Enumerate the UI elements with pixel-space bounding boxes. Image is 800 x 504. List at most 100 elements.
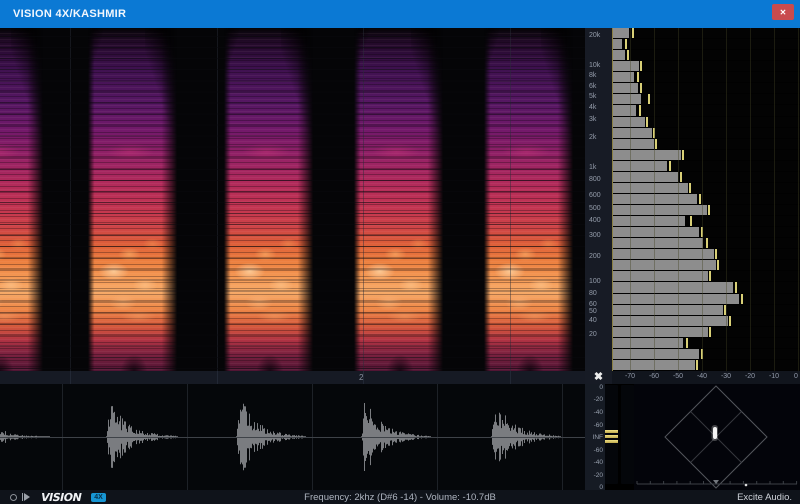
spectrogram-display[interactable] — [0, 28, 585, 371]
db-axis: -70 -60 -50 -40 -30 -20 -10 0 — [612, 371, 800, 384]
width-marker-icon — [713, 480, 719, 484]
analyzer-band-row — [613, 127, 800, 139]
analyzer-band-row — [613, 116, 800, 128]
analyzer-band-row — [613, 182, 800, 194]
analyzer-bar — [613, 216, 686, 227]
analyzer-peak-tick — [669, 160, 672, 171]
spectrogram-energy-band — [224, 28, 316, 371]
analyzer-peak-tick — [689, 182, 692, 193]
stereo-image-dot — [713, 427, 717, 439]
analyzer-bar — [613, 315, 728, 326]
bottom-row: 0 -20 -40 -60 INF -60 -40 -20 0 — [0, 384, 800, 491]
meter-scale-label: 0 — [599, 384, 603, 391]
vectorscope-display[interactable] — [634, 384, 800, 490]
timeline-ruler[interactable]: 2 — [0, 371, 585, 384]
analyzer-peak-tick — [729, 315, 732, 326]
analyzer-bar — [613, 127, 652, 138]
analyzer-band-row — [613, 83, 800, 95]
freq-tick-label: 4k — [589, 104, 597, 111]
freq-tick-label: 1k — [589, 164, 597, 171]
analyzer-peak-tick — [724, 304, 727, 315]
analyzer-bar — [613, 72, 635, 83]
analyzer-peak-tick — [679, 171, 682, 182]
analyzer-bar — [613, 238, 703, 249]
analyzer-peak-tick — [734, 282, 737, 293]
analyzer-peak-tick — [709, 326, 712, 337]
spectrogram-energy-band — [88, 28, 180, 371]
analyzer-band-row — [613, 205, 800, 217]
analyzer-band-row — [613, 304, 800, 316]
analyzer-peak-tick — [717, 260, 720, 271]
analyzer-band-row — [613, 138, 800, 150]
title-bar[interactable]: VISION 4X/KASHMIR ✕ — [0, 0, 800, 28]
waveform-display[interactable] — [0, 384, 585, 490]
analyzer-band-row — [613, 61, 800, 73]
meter-scale-label: -20 — [593, 396, 603, 403]
analyzer-bar — [613, 171, 679, 182]
analyzer-bar — [613, 149, 681, 160]
level-meter-right — [621, 385, 634, 484]
meter-scale-label: INF — [592, 434, 603, 441]
analyzer-bar — [613, 271, 708, 282]
level-meter-scale: 0 -20 -40 -60 INF -60 -40 -20 0 — [585, 384, 605, 491]
analyzer-peak-tick — [640, 61, 643, 72]
analyzer-bars — [613, 28, 800, 371]
analyzer-peak-tick — [653, 127, 656, 138]
analyzer-band-row — [613, 193, 800, 205]
analyzer-band-row — [613, 72, 800, 84]
collapse-button[interactable]: ✖ — [585, 371, 612, 384]
analyzer-bar — [613, 193, 698, 204]
analyzer-bar — [613, 94, 642, 105]
analyzer-bar — [613, 83, 638, 94]
analyzer-band-row — [613, 94, 800, 106]
freq-tick-label: 300 — [589, 232, 601, 239]
freq-tick-label: 100 — [589, 278, 601, 285]
freq-tick-label: 5k — [589, 93, 597, 100]
freq-tick-label: 8k — [589, 72, 597, 79]
spectrogram-energy-band — [484, 28, 576, 371]
plugin-window: VISION 4X/KASHMIR ✕ 20k 10k 8k 6k 5k 4k 3k 2k 1k… — [0, 0, 800, 504]
analyzer-peak-tick — [640, 83, 643, 94]
analyzer-bar — [613, 138, 654, 149]
analyzer-band-row — [613, 326, 800, 338]
analyzer-peak-tick — [655, 138, 658, 149]
analyzer-peak-tick — [715, 249, 718, 260]
analyzer-band-row — [613, 315, 800, 327]
freq-tick-label: 80 — [589, 290, 597, 297]
close-button[interactable]: ✕ — [772, 4, 794, 20]
meter-scale-label: -40 — [593, 409, 603, 416]
vectorscope-graticule — [636, 385, 798, 489]
freq-tick-label: 400 — [589, 217, 601, 224]
analyzer-peak-tick — [632, 28, 635, 39]
db-tick-label: -30 — [720, 373, 732, 380]
analyzer-bar — [613, 160, 667, 171]
db-tick-label: -10 — [768, 373, 780, 380]
meter-activity-stripe — [605, 435, 618, 438]
analyzer-peak-tick — [648, 94, 651, 105]
analyzer-peak-tick — [698, 193, 701, 204]
db-tick-label: -20 — [744, 373, 756, 380]
bar-gridline — [363, 28, 364, 371]
db-tick-label: -40 — [696, 373, 708, 380]
freq-tick-label: 20k — [589, 32, 601, 39]
analyzer-band-row — [613, 348, 800, 360]
analyzer-peak-tick — [636, 72, 639, 83]
analyzer-peak-tick — [705, 238, 708, 249]
freq-tick-label: 10k — [589, 62, 601, 69]
analyzer-bar — [613, 105, 637, 116]
timeline-tick — [70, 371, 71, 384]
analyzer-peak-tick — [627, 50, 630, 61]
analyzer-band-row — [613, 216, 800, 228]
spectrum-analyzer-display[interactable] — [612, 28, 800, 371]
timeline-tick — [363, 371, 364, 384]
analyzer-band-row — [613, 227, 800, 239]
analyzer-band-row — [613, 39, 800, 51]
db-tick-label: -50 — [672, 373, 684, 380]
analyzer-bar — [613, 326, 708, 337]
meter-scale-label: -40 — [593, 459, 603, 466]
analyzer-peak-tick — [709, 271, 712, 282]
analyzer-peak-tick — [700, 227, 703, 238]
analyzer-bar — [613, 61, 639, 72]
analyzer-bar — [613, 337, 684, 348]
analyzer-peak-tick — [685, 337, 688, 348]
